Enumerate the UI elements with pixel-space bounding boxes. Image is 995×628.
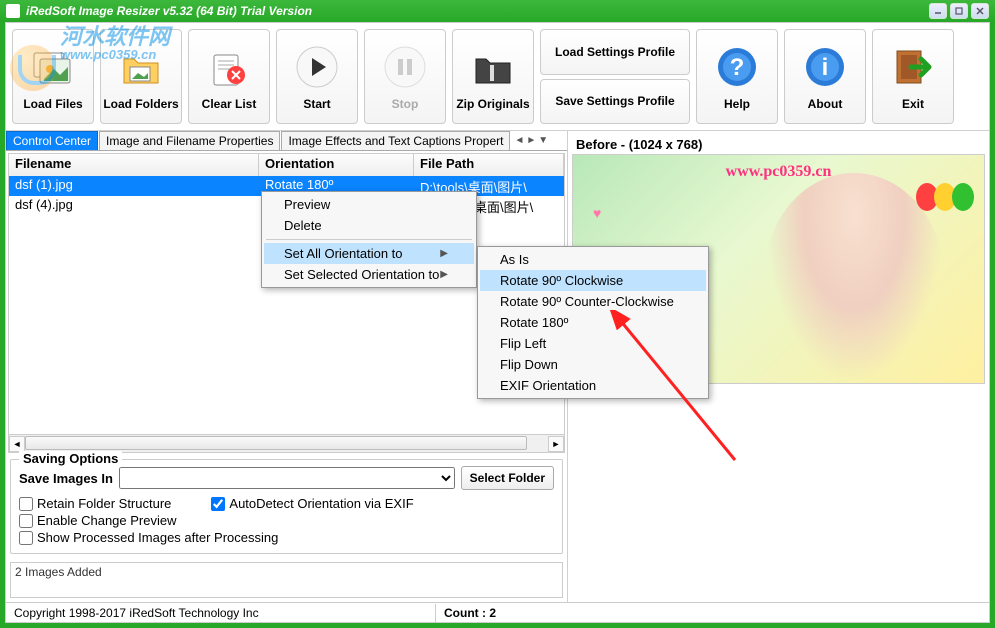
scroll-left-icon[interactable]: ◄: [9, 436, 25, 452]
retain-folder-checkbox[interactable]: Retain Folder Structure: [19, 496, 171, 511]
close-button[interactable]: [971, 3, 989, 19]
saving-options-legend: Saving Options: [19, 451, 122, 466]
scroll-thumb[interactable]: [25, 436, 527, 450]
pause-icon: [381, 43, 429, 91]
stop-button[interactable]: Stop: [364, 29, 446, 124]
clear-list-label: Clear List: [202, 97, 257, 111]
enable-change-preview-checkbox[interactable]: Enable Change Preview: [19, 513, 176, 528]
menu-set-selected-orientation[interactable]: Set Selected Orientation to▶: [264, 264, 474, 285]
start-label: Start: [303, 97, 330, 111]
menu-as-is[interactable]: As Is: [480, 249, 706, 270]
autodetect-exif-checkbox[interactable]: AutoDetect Orientation via EXIF: [211, 496, 413, 511]
clear-list-icon: [205, 43, 253, 91]
minimize-button[interactable]: [929, 3, 947, 19]
menu-set-all-orientation[interactable]: Set All Orientation to▶: [264, 243, 474, 264]
menu-rotate-90-ccw[interactable]: Rotate 90º Counter-Clockwise: [480, 291, 706, 312]
load-files-button[interactable]: Load Files: [12, 29, 94, 124]
tab-nav-left-icon[interactable]: ◄: [514, 135, 524, 146]
heart-icon: ♥: [593, 205, 601, 221]
load-settings-button[interactable]: Load Settings Profile: [540, 29, 690, 75]
exit-button[interactable]: Exit: [872, 29, 954, 124]
start-button[interactable]: Start: [276, 29, 358, 124]
stop-label: Stop: [392, 97, 419, 111]
menu-exif-orientation[interactable]: EXIF Orientation: [480, 375, 706, 396]
submenu-arrow-icon: ▶: [440, 248, 448, 259]
help-button[interactable]: ? Help: [696, 29, 778, 124]
menu-separator: [266, 239, 472, 240]
horizontal-scrollbar[interactable]: ◄ ►: [9, 434, 564, 452]
tab-nav-right-icon[interactable]: ►: [526, 135, 536, 146]
photos-icon: [29, 43, 77, 91]
clear-list-button[interactable]: Clear List: [188, 29, 270, 124]
preview-watermark-url: www.pc0359.cn: [726, 163, 832, 181]
balloons-icon: [918, 185, 972, 214]
main-toolbar: Load Files Load Folders Clear List Start…: [6, 23, 989, 131]
scroll-right-icon[interactable]: ►: [548, 436, 564, 452]
svg-text:?: ?: [730, 54, 745, 81]
load-files-label: Load Files: [23, 97, 82, 111]
log-text: 2 Images Added: [15, 565, 558, 579]
save-images-in-label: Save Images In: [19, 471, 113, 486]
exit-icon: [889, 43, 937, 91]
menu-rotate-90-cw[interactable]: Rotate 90º Clockwise: [480, 270, 706, 291]
svg-text:i: i: [822, 54, 829, 81]
saving-options-group: Saving Options Save Images In Select Fol…: [10, 459, 563, 554]
save-settings-button[interactable]: Save Settings Profile: [540, 79, 690, 125]
preview-label: Before - (1024 x 768): [572, 135, 985, 154]
window-title: iRedSoft Image Resizer v5.32 (64 Bit) Tr…: [26, 4, 312, 18]
tab-nav-dropdown-icon[interactable]: ▼: [538, 135, 548, 146]
menu-flip-left[interactable]: Flip Left: [480, 333, 706, 354]
submenu-arrow-icon: ▶: [440, 269, 448, 280]
about-label: About: [808, 97, 843, 111]
folder-photos-icon: [117, 43, 165, 91]
header-filename[interactable]: Filename: [9, 154, 259, 176]
help-label: Help: [724, 97, 750, 111]
about-button[interactable]: i About: [784, 29, 866, 124]
count-text: Count : 2: [436, 604, 504, 622]
zip-originals-label: Zip Originals: [456, 97, 529, 111]
menu-preview[interactable]: Preview: [264, 194, 474, 215]
context-menu-main: Preview Delete Set All Orientation to▶ S…: [261, 191, 477, 288]
log-box[interactable]: 2 Images Added: [10, 562, 563, 598]
select-folder-button[interactable]: Select Folder: [461, 466, 554, 490]
copyright-text: Copyright 1998-2017 iRedSoft Technology …: [6, 604, 436, 622]
title-bar: iRedSoft Image Resizer v5.32 (64 Bit) Tr…: [0, 0, 995, 22]
header-orientation[interactable]: Orientation: [259, 154, 414, 176]
header-filepath[interactable]: File Path: [414, 154, 564, 176]
maximize-button[interactable]: [950, 3, 968, 19]
info-icon: i: [801, 43, 849, 91]
menu-rotate-180[interactable]: Rotate 180º: [480, 312, 706, 333]
menu-delete[interactable]: Delete: [264, 215, 474, 236]
play-icon: [293, 43, 341, 91]
help-icon: ?: [713, 43, 761, 91]
menu-flip-down[interactable]: Flip Down: [480, 354, 706, 375]
load-folders-button[interactable]: Load Folders: [100, 29, 182, 124]
tab-image-effects-captions[interactable]: Image Effects and Text Captions Propert: [281, 131, 510, 150]
app-logo-icon: [6, 4, 20, 18]
zip-folder-icon: [469, 43, 517, 91]
show-after-processing-checkbox[interactable]: Show Processed Images after Processing: [19, 530, 554, 545]
context-submenu-orientation: As Is Rotate 90º Clockwise Rotate 90º Co…: [477, 246, 709, 399]
save-images-in-select[interactable]: [119, 467, 455, 489]
tab-bar: Control Center Image and Filename Proper…: [6, 131, 567, 151]
tab-nav: ◄ ► ▼: [511, 131, 551, 150]
tab-image-filename-properties[interactable]: Image and Filename Properties: [99, 131, 280, 150]
zip-originals-button[interactable]: Zip Originals: [452, 29, 534, 124]
tab-control-center[interactable]: Control Center: [6, 131, 98, 150]
exit-label: Exit: [902, 97, 924, 111]
load-folders-label: Load Folders: [103, 97, 178, 111]
status-bar: Copyright 1998-2017 iRedSoft Technology …: [6, 602, 989, 622]
